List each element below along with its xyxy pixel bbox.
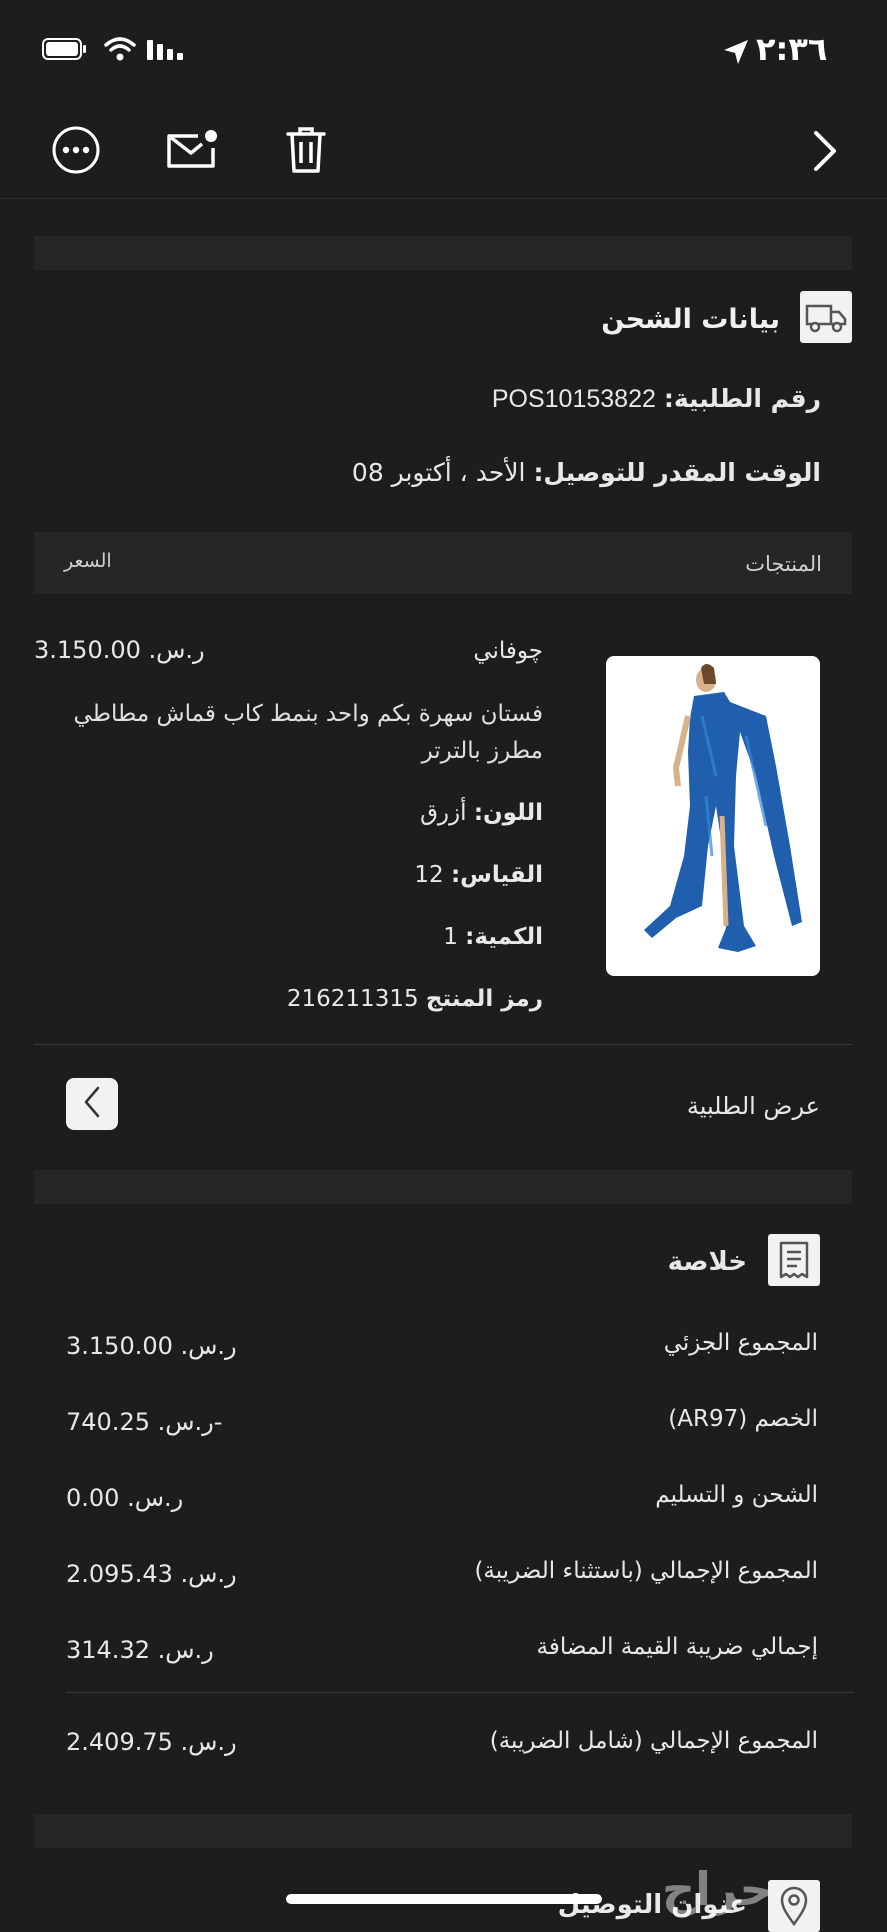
summary-value: ر.س. 0.00	[66, 1484, 184, 1512]
summary-row: الخصم (AR97) -ر.س. 740.25	[34, 1398, 852, 1448]
mail-button[interactable]	[162, 126, 222, 178]
product-code-row: رمز المنتج 216211315	[287, 986, 543, 1012]
section-divider	[34, 236, 852, 270]
product-qty-label: الكمية:	[465, 924, 543, 950]
delete-button[interactable]	[282, 124, 330, 180]
eta-row: الوقت المقدر للتوصيل: الأحد ، أكتوبر 08	[352, 458, 821, 487]
summary-value: ر.س. 3.150.00	[66, 1332, 237, 1360]
home-indicator[interactable]	[286, 1894, 602, 1904]
product-code-value: 216211315	[286, 986, 419, 1012]
order-number[interactable]: POS10153822	[492, 385, 656, 413]
eta-label: الوقت المقدر للتوصيل:	[533, 458, 821, 487]
product-price: ر.س. 3.150.00	[34, 636, 205, 664]
eta-value: الأحد ، أكتوبر 08	[351, 458, 526, 487]
location-pin-icon	[768, 1880, 820, 1932]
product-size-value: 12	[414, 862, 444, 888]
product-qty-row: الكمية: 1	[443, 924, 543, 950]
more-icon	[51, 125, 101, 179]
back-button[interactable]	[800, 128, 850, 178]
chevron-left-icon	[80, 1084, 104, 1124]
shipping-title: بيانات الشحن	[601, 304, 780, 335]
summary-value: ر.س. 2.095.43	[66, 1560, 237, 1588]
summary-total-label: المجموع الإجمالي (شامل الضريبة)	[489, 1728, 818, 1754]
product-size-row: القياس: 12	[414, 862, 543, 888]
view-order-label[interactable]: عرض الطلبية	[687, 1092, 820, 1120]
status-time: ٢:٣٦	[756, 30, 828, 68]
summary-row: إجمالي ضريبة القيمة المضافة ر.س. 314.32	[34, 1626, 852, 1676]
back-chevron-icon	[810, 129, 840, 177]
receipt-icon	[768, 1234, 820, 1286]
truck-icon	[800, 291, 852, 343]
section-divider	[34, 1814, 852, 1848]
product-size-label: القياس:	[450, 862, 543, 888]
products-header: المنتجات السعر	[34, 532, 852, 594]
summary-label: إجمالي ضريبة القيمة المضافة	[536, 1634, 819, 1660]
summary-value: ر.س. 314.32	[66, 1636, 214, 1664]
product-brand: چوفاني	[473, 638, 543, 664]
toolbar	[0, 100, 887, 199]
divider	[66, 1692, 854, 1693]
summary-total-value: ر.س. 2.409.75	[66, 1728, 237, 1756]
signal-icon	[146, 38, 188, 66]
product-name[interactable]: فستان سهرة بكم واحد بنمط كاب قماش مطاطي …	[33, 696, 543, 770]
battery-icon	[42, 38, 86, 60]
more-button[interactable]	[50, 126, 102, 178]
summary-row: الشحن و التسليم ر.س. 0.00	[34, 1474, 852, 1524]
summary-title: خلاصة	[667, 1247, 747, 1277]
summary-value: -ر.س. 740.25	[66, 1408, 223, 1436]
watermark-logo: حراج	[662, 1862, 773, 1916]
view-order-chevron[interactable]	[66, 1078, 118, 1130]
product-image[interactable]	[606, 656, 820, 976]
summary-row: المجموع الإجمالي (باستثناء الضريبة) ر.س.…	[34, 1550, 852, 1600]
wifi-icon	[104, 36, 136, 66]
section-divider	[34, 1170, 852, 1204]
product-color-label: اللون:	[473, 800, 543, 826]
mail-icon	[164, 126, 220, 178]
status-bar: ٢:٣٦	[0, 0, 887, 100]
products-column-label: المنتجات	[745, 552, 822, 576]
summary-row: المجموع الجزئي ر.س. 3.150.00	[34, 1322, 852, 1372]
summary-label: المجموع الإجمالي (باستثناء الضريبة)	[474, 1558, 818, 1584]
product-color-row: اللون: أزرق	[420, 800, 543, 826]
location-arrow-icon	[722, 38, 750, 70]
product-qty-value: 1	[443, 924, 458, 950]
divider	[34, 1044, 852, 1045]
order-number-row: رقم الطلبية: POS10153822	[492, 384, 821, 414]
summary-label: المجموع الجزئي	[663, 1330, 818, 1356]
trash-icon	[285, 125, 327, 179]
summary-total-row: المجموع الإجمالي (شامل الضريبة) ر.س. 2.4…	[34, 1718, 852, 1768]
product-code-label: رمز المنتج	[425, 986, 543, 1012]
summary-label: الشحن و التسليم	[655, 1482, 818, 1508]
summary-label: الخصم (AR97)	[668, 1406, 818, 1432]
price-column-label: السعر	[64, 550, 112, 572]
view-order-row[interactable]: عرض الطلبية	[34, 1060, 852, 1152]
product-color-value: أزرق	[420, 800, 467, 826]
order-number-label: رقم الطلبية:	[663, 384, 821, 413]
